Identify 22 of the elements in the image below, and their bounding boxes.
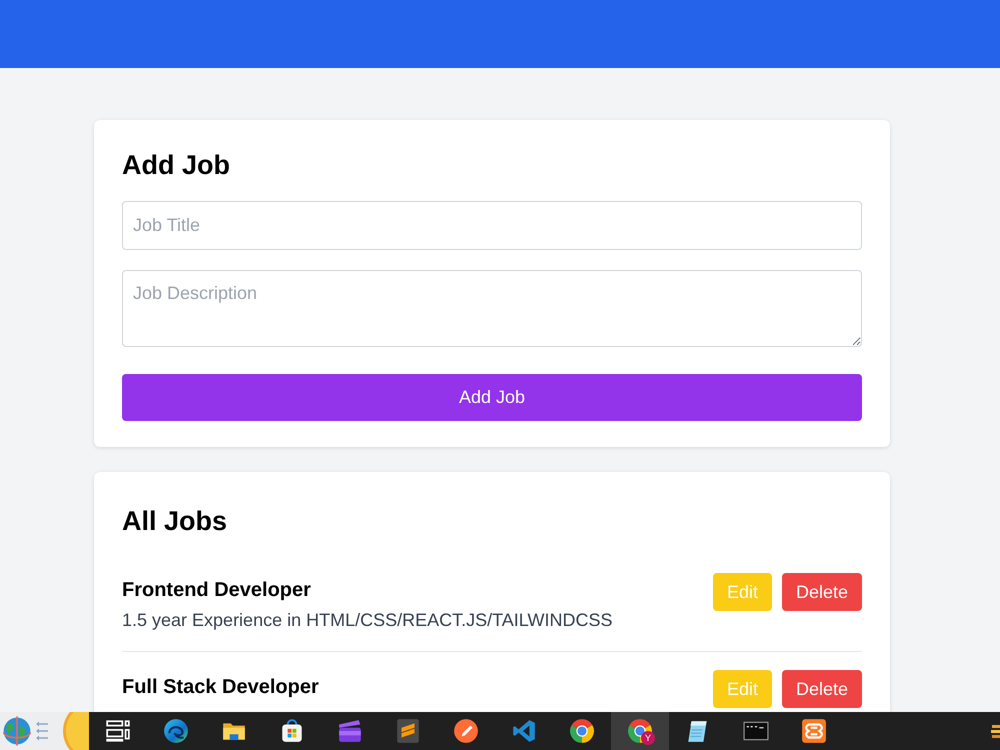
taskbar-button[interactable]: Y	[611, 712, 669, 750]
ribbon-logo-icon	[511, 718, 537, 744]
shopping-bag-icon	[279, 718, 305, 744]
clapperboard-icon	[337, 718, 363, 744]
globe-icon[interactable]	[1, 715, 33, 747]
swirl-logo-icon	[163, 718, 189, 744]
job-title-input[interactable]: Job Title	[122, 201, 862, 250]
job-description-input[interactable]: Job Description	[122, 270, 862, 347]
profile-badge: Y	[641, 731, 655, 745]
job-title: Full Stack Developer	[122, 675, 319, 700]
delete-button[interactable]: Delete	[782, 670, 862, 708]
tricolor-ring-icon	[569, 718, 595, 744]
task-view-icon	[105, 718, 131, 744]
delete-button[interactable]: Delete	[782, 573, 862, 611]
section-heading: Add Job	[122, 149, 231, 182]
s-logo-icon	[395, 718, 421, 744]
add-job-button[interactable]: Add Job	[122, 374, 862, 421]
knot-logo-icon	[801, 718, 827, 744]
job-title: Frontend Developer	[122, 578, 312, 603]
job-description: 1.5 year Experience in HTML/CSS/REACT.JS/TAILWINDCSS	[122, 609, 612, 632]
section-heading: All Jobs	[122, 505, 228, 538]
pen-icon	[453, 718, 479, 744]
